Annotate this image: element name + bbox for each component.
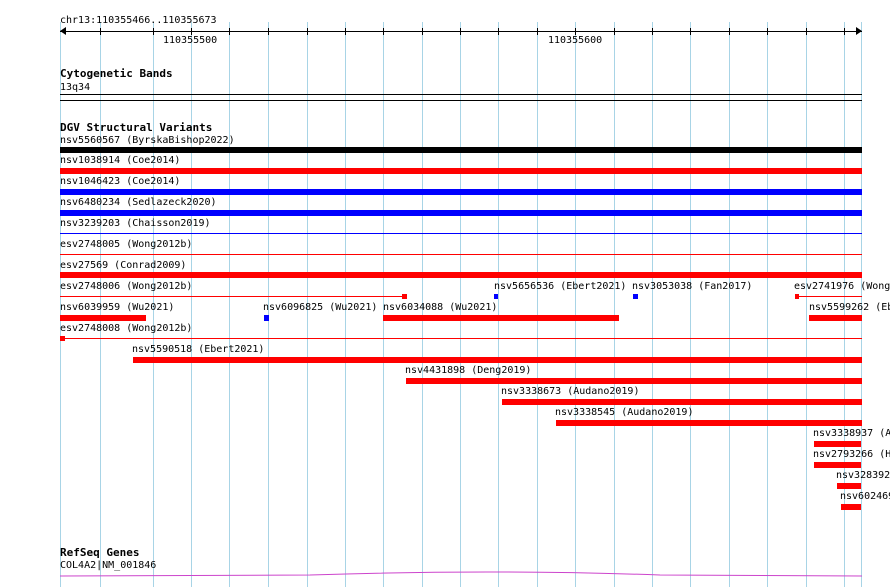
variant-bar[interactable] <box>814 462 861 468</box>
variant-block[interactable] <box>264 315 269 321</box>
dgv-track-title[interactable]: DGV Structural Variants <box>60 122 212 134</box>
ruler-line <box>60 31 862 32</box>
variant-bar[interactable] <box>814 441 861 447</box>
variant-bar[interactable] <box>809 315 862 321</box>
variant-label[interactable]: nsv6480234 (Sedlazeck2020) <box>60 197 217 208</box>
ruler-tick-label-b: 110355600 <box>548 35 603 46</box>
grid-line <box>537 22 538 587</box>
variant-label[interactable]: esv2748005 (Wong2012b) <box>60 239 192 250</box>
grid-line <box>498 22 499 587</box>
variant-bar[interactable] <box>60 254 862 255</box>
variant-bar[interactable] <box>60 210 862 216</box>
ruler-tick <box>345 28 346 35</box>
grid-line <box>690 22 691 587</box>
variant-label[interactable]: nsv3338937 (A <box>813 428 890 439</box>
grid-line <box>229 22 230 587</box>
ruler-tick <box>460 28 461 35</box>
ruler-tick <box>498 28 499 35</box>
variant-label[interactable]: nsv3338545 (Audano2019) <box>555 407 693 418</box>
ruler-tick <box>652 28 653 35</box>
variant-label[interactable]: nsv3239203 (Chaisson2019) <box>60 218 211 229</box>
grid-line <box>575 22 576 587</box>
ruler-tick <box>729 28 730 35</box>
ruler-tick <box>614 28 615 35</box>
variant-bar[interactable] <box>60 272 862 278</box>
cytoband-track-title[interactable]: Cytogenetic Bands <box>60 68 173 80</box>
variant-label[interactable]: nsv3053038 (Fan2017) <box>632 281 752 292</box>
variant-bar[interactable] <box>60 296 404 297</box>
grid-lines <box>0 0 890 587</box>
ruler-tick <box>191 28 192 35</box>
variant-label[interactable]: esv2741976 (Wong <box>794 281 890 292</box>
ruler-location: chr13:110355466..110355673 <box>60 15 217 26</box>
cytoband-bar-top[interactable] <box>60 94 862 95</box>
variant-label[interactable]: nsv6039959 (Wu2021) <box>60 302 174 313</box>
variant-label[interactable]: esv2748006 (Wong2012b) <box>60 281 192 292</box>
ruler-tick <box>575 28 576 35</box>
variant-label[interactable]: nsv1038914 (Coe2014) <box>60 155 180 166</box>
variant-bar[interactable] <box>60 189 862 195</box>
refseq-track-title[interactable]: RefSeq Genes <box>60 547 139 559</box>
variant-bar[interactable] <box>65 338 862 339</box>
variant-label[interactable]: nsv4431898 (Deng2019) <box>405 365 531 376</box>
variant-label[interactable]: nsv1046423 (Coe2014) <box>60 176 180 187</box>
variant-label[interactable]: nsv5560567 (ByrskaBishop2022) <box>60 135 235 146</box>
ruler-tick <box>268 28 269 35</box>
variant-bar[interactable] <box>799 296 862 297</box>
variant-bar[interactable] <box>60 147 862 153</box>
ruler-tick <box>229 28 230 35</box>
grid-line <box>652 22 653 587</box>
variant-block[interactable] <box>494 294 498 299</box>
variant-label[interactable]: nsv3338673 (Audano2019) <box>501 386 639 397</box>
ruler-tick-label-a: 110355500 <box>163 35 218 46</box>
variant-bar[interactable] <box>556 420 862 426</box>
variant-label[interactable]: nsv602469 <box>840 491 890 502</box>
variant-bar[interactable] <box>60 168 862 174</box>
ruler-tick <box>537 28 538 35</box>
variant-label[interactable]: nsv5590518 (Ebert2021) <box>132 344 264 355</box>
grid-line <box>729 22 730 587</box>
ruler-tick <box>100 28 101 35</box>
grid-line <box>806 22 807 587</box>
variant-bar[interactable] <box>841 504 861 510</box>
variant-label[interactable]: nsv5656536 (Ebert2021) <box>494 281 626 292</box>
ruler-right-arrow-icon <box>856 27 862 35</box>
variant-bar[interactable] <box>837 483 861 489</box>
variant-bar[interactable] <box>406 378 862 384</box>
variant-block[interactable] <box>402 294 407 299</box>
ruler-tick <box>806 28 807 35</box>
cytoband-label: 13q34 <box>60 82 91 93</box>
variant-label[interactable]: nsv5599262 (Eb <box>809 302 890 313</box>
gene-intron-line[interactable] <box>60 568 862 578</box>
variant-label[interactable]: esv2748008 (Wong2012b) <box>60 323 192 334</box>
variant-block[interactable] <box>633 294 638 299</box>
ruler-tick <box>153 28 154 35</box>
ruler-tick <box>767 28 768 35</box>
variant-label[interactable]: nsv6034088 (Wu2021) <box>383 302 497 313</box>
grid-line <box>614 22 615 587</box>
variant-label[interactable]: esv27569 (Conrad2009) <box>60 260 186 271</box>
ruler-tick <box>844 28 845 35</box>
variant-bar[interactable] <box>502 399 862 405</box>
variant-bar[interactable] <box>60 233 862 234</box>
grid-line <box>767 22 768 587</box>
variant-label[interactable]: nsv6096825 (Wu2021) <box>263 302 377 313</box>
cytoband-bar-bottom <box>60 100 862 101</box>
ruler-tick <box>690 28 691 35</box>
variant-bar[interactable] <box>133 357 862 363</box>
ruler-tick <box>307 28 308 35</box>
variant-label[interactable]: nsv2793266 (H <box>813 449 890 460</box>
variant-bar[interactable] <box>383 315 619 321</box>
ruler-tick <box>383 28 384 35</box>
variant-bar[interactable] <box>60 315 146 321</box>
grid-line <box>191 22 192 587</box>
variant-label[interactable]: nsv328392 <box>836 470 890 481</box>
ruler-tick <box>422 28 423 35</box>
